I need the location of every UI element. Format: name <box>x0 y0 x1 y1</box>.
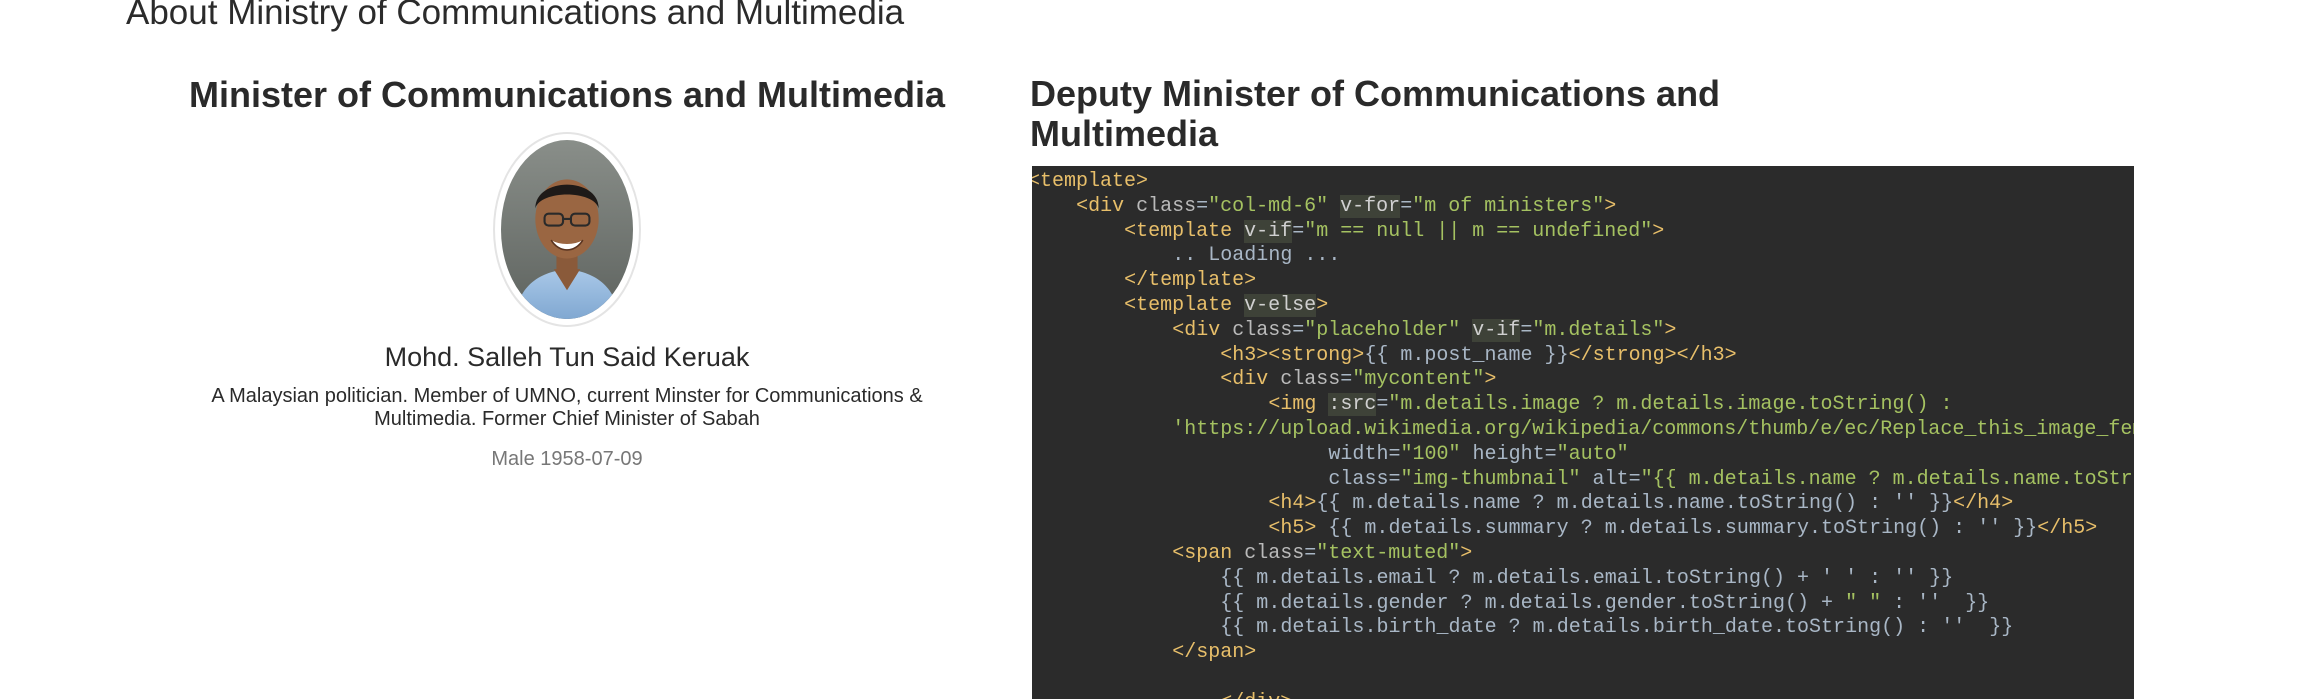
code-line: ​ <box>1032 666 2134 691</box>
code-block: <template> <div class="col-md-6" v-for="… <box>1032 170 2134 699</box>
code-line: width="100" height="auto" <box>1328 442 1629 466</box>
code-line: class="img-thumbnail" alt="{{ m.details.… <box>1328 467 2134 491</box>
code-line: <template> <box>1032 170 1149 193</box>
minister-meta: Male 1958-07-09 <box>491 448 643 470</box>
code-line: <template v-else> <box>1124 293 1329 317</box>
code-line: </span> <box>1172 641 1257 665</box>
code-line: <h4>{{ m.details.name ? m.details.name.t… <box>1268 492 2014 516</box>
code-line: {{ m.details.email ? m.details.email.toS… <box>1220 566 1954 590</box>
minister-title: Minister of Communications and Multimedi… <box>188 74 946 115</box>
code-line: 'https://upload.wikimedia.org/wikipedia/… <box>1172 417 2134 441</box>
minister-photo <box>501 140 633 319</box>
code-line: </template> <box>1124 269 1257 293</box>
code-line: {{ m.details.birth_date ? m.details.birt… <box>1220 616 2014 640</box>
code-line: <h3><strong>{{ m.post_name }}</strong></… <box>1220 343 1737 367</box>
minister-photo-frame <box>493 132 641 327</box>
code-line: <div class="placeholder" v-if="m.details… <box>1172 318 1677 342</box>
deputy-title: Deputy Minister of Communications and Mu… <box>1030 73 1721 154</box>
code-line: <h5> {{ m.details.summary ? m.details.su… <box>1268 517 2098 541</box>
code-line: <template v-if="m == null || m == undefi… <box>1124 219 1665 243</box>
code-line: </div> <box>1032 691 2134 699</box>
minister-name: Mohd. Salleh Tun Said Keruak <box>384 342 750 372</box>
code-line: .. Loading ... <box>1172 244 1341 268</box>
code-line: <img :src="m.details.image ? m.details.i… <box>1268 393 1953 417</box>
minister-summary: A Malaysian politician. Member of UMNO, … <box>211 385 923 430</box>
code-line: <div class="col-md-6" v-for="m of minist… <box>1076 194 1617 218</box>
code-line: <span class="text-muted"> <box>1172 541 1473 565</box>
minister-card: Minister of Communications and Multimedi… <box>130 74 1004 471</box>
code-line: {{ m.details.gender ? m.details.gender.t… <box>1220 591 1990 615</box>
code-screenshot: <template> <div class="col-md-6" v-for="… <box>1032 166 2134 699</box>
code-line: <div class="mycontent"> <box>1220 368 1497 392</box>
page-heading: About Ministry of Communications and Mul… <box>126 0 905 32</box>
